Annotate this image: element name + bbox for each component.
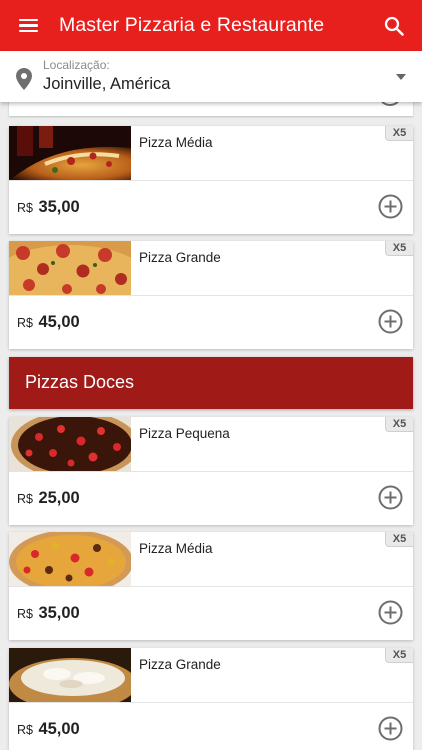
search-button[interactable] (366, 0, 422, 51)
location-label: Localização: (43, 58, 110, 72)
product-price: R$ 45,00 (17, 313, 80, 332)
product-image-savory-pizza (9, 126, 131, 180)
product-image-chocolate-pizza (9, 417, 131, 471)
product-card[interactable]: Pizza Grande X5 R$ 45,00 (9, 241, 413, 349)
menu-icon (18, 18, 38, 33)
product-price: R$ 25,00 (17, 489, 80, 508)
location-pin-icon (16, 68, 32, 90)
product-name: Pizza Grande (139, 657, 221, 672)
location-value: Joinville, América (43, 75, 171, 93)
product-name: Pizza Grande (139, 250, 221, 265)
quantity-badge: X5 (385, 417, 413, 432)
add-circle-icon[interactable] (378, 485, 403, 510)
product-name: Pizza Pequena (139, 426, 230, 441)
price-value: 35,00 (38, 198, 80, 216)
product-card[interactable]: Pizza Pequena X5 R$ 25,00 (9, 417, 413, 525)
section-title: Pizzas Doces (25, 372, 135, 392)
product-image-fruit-pizza (9, 532, 131, 586)
product-image-pepperoni-pizza (9, 241, 131, 295)
price-value: 45,00 (38, 313, 80, 331)
product-price: R$ 35,00 (17, 198, 80, 217)
price-currency: R$ (17, 492, 33, 506)
price-currency: R$ (17, 316, 33, 330)
location-selector[interactable]: Localização: Joinville, América (0, 51, 422, 102)
add-circle-icon[interactable] (378, 102, 402, 106)
add-circle-icon[interactable] (378, 309, 403, 334)
price-currency: R$ (17, 723, 33, 737)
product-list[interactable]: Pizza Média X5 R$ 35,00 Pizza Grande X5 … (0, 102, 422, 750)
product-price: R$ 45,00 (17, 720, 80, 739)
card-divider (9, 586, 413, 587)
price-currency: R$ (17, 201, 33, 215)
add-circle-icon[interactable] (378, 194, 403, 219)
card-divider (9, 471, 413, 472)
app-bar: Master Pizzaria e Restaurante (0, 0, 422, 51)
product-name: Pizza Média (139, 541, 213, 556)
add-circle-icon[interactable] (378, 600, 403, 625)
quantity-badge: X5 (385, 648, 413, 663)
search-icon (384, 16, 404, 36)
card-divider (9, 702, 413, 703)
product-card[interactable]: Pizza Média X5 R$ 35,00 (9, 126, 413, 234)
card-divider (9, 180, 413, 181)
card-divider (9, 295, 413, 296)
product-card-partial (9, 102, 413, 116)
product-price: R$ 35,00 (17, 604, 80, 623)
add-circle-icon[interactable] (378, 716, 403, 741)
product-card[interactable]: Pizza Média X5 R$ 35,00 (9, 532, 413, 640)
price-value: 25,00 (38, 489, 80, 507)
price-currency: R$ (17, 607, 33, 621)
product-image-white-chocolate-pizza (9, 648, 131, 702)
quantity-badge: X5 (385, 126, 413, 141)
price-value: 45,00 (38, 720, 80, 738)
product-name: Pizza Média (139, 135, 213, 150)
section-header-pizzas-doces: Pizzas Doces (9, 357, 413, 409)
app-title: Master Pizzaria e Restaurante (59, 14, 325, 36)
price-value: 35,00 (38, 604, 80, 622)
quantity-badge: X5 (385, 241, 413, 256)
product-card[interactable]: Pizza Grande X5 R$ 45,00 (9, 648, 413, 750)
menu-button[interactable] (0, 0, 56, 51)
quantity-badge: X5 (385, 532, 413, 547)
dropdown-arrow-icon[interactable] (396, 74, 406, 80)
